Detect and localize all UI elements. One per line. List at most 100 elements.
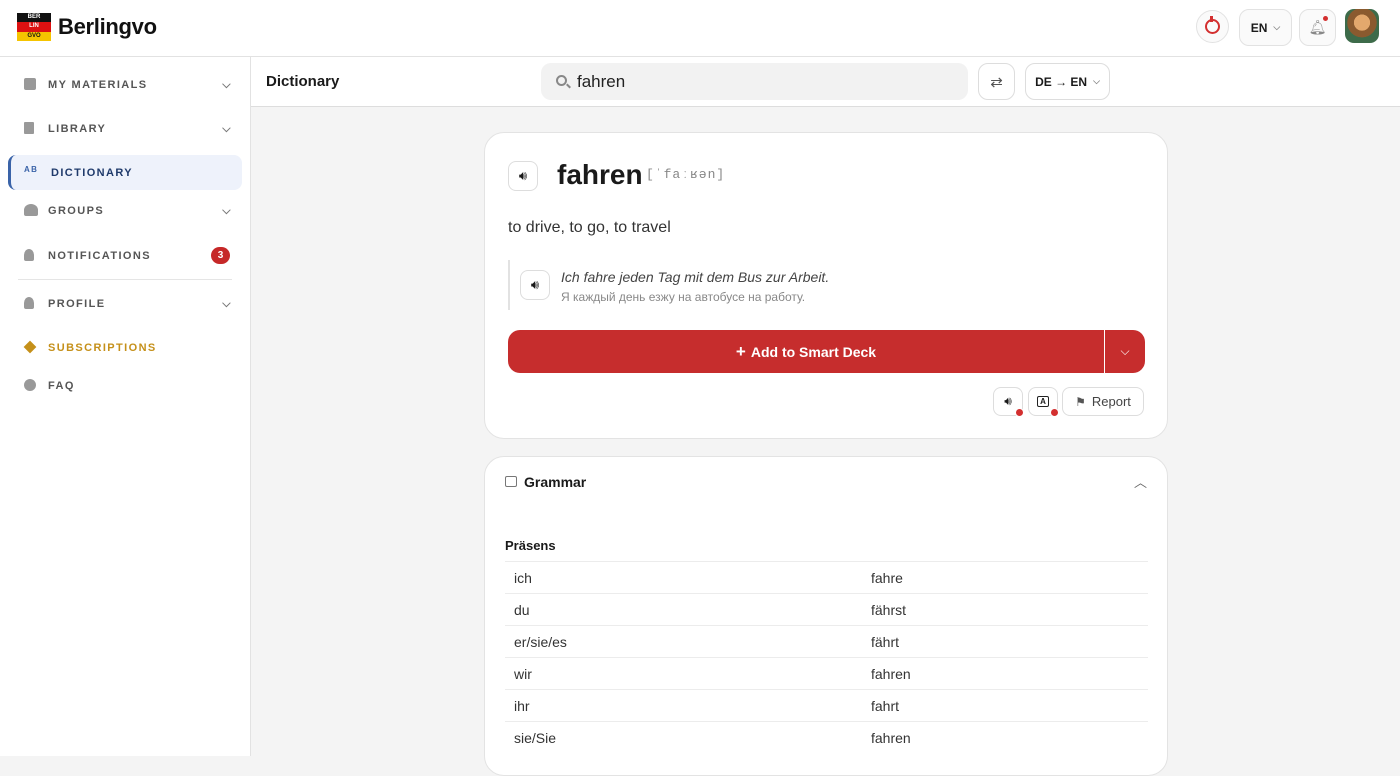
speaker-icon: 🔊︎	[530, 277, 540, 292]
tense-title: Präsens	[505, 538, 556, 553]
table-row: ich fahre	[505, 561, 1148, 593]
sidebar-item-label: NOTIFICATIONS	[48, 249, 151, 262]
pronunciation: [ˈfaːʁən]	[646, 167, 726, 182]
entry-card: 🔊︎ fahren [ˈfaːʁən] to drive, to go, to …	[484, 132, 1168, 439]
search-input[interactable]	[577, 63, 957, 100]
translation: to drive, to go, to travel	[508, 219, 671, 236]
bell-icon	[24, 249, 34, 261]
chevron-down-icon: ⌵	[1093, 76, 1100, 86]
streak-button[interactable]	[1196, 10, 1229, 43]
book-icon	[24, 122, 34, 134]
sidebar-divider	[18, 279, 232, 280]
bell-icon: 🔔︎	[1308, 19, 1327, 35]
table-row: du fährst	[505, 593, 1148, 625]
verb-form: fahren	[871, 666, 911, 682]
sidebar-item-label: FAQ	[48, 379, 75, 392]
grammar-card: Grammar ︿ Präsens ich fahre du fährst er/s…	[484, 456, 1168, 776]
sidebar-item-label: GROUPS	[48, 204, 105, 217]
verb-form: fahrt	[871, 698, 900, 714]
pronoun: ihr	[514, 698, 530, 714]
streak-icon	[1205, 16, 1220, 34]
example: 🔊︎ Ich fahre jeden Tag mit dem Bus zur A…	[508, 260, 1128, 310]
chevron-down-icon: ⌵	[222, 79, 232, 91]
user-icon	[24, 297, 34, 309]
sidebar-item-label: MY MATERIALS	[48, 78, 148, 91]
play-word-audio-button[interactable]: 🔊︎	[508, 161, 538, 191]
verb-form: fahre	[871, 570, 903, 586]
sidebar-item-subscriptions[interactable]: SUBSCRIPTIONS	[8, 330, 242, 365]
notification-count-badge: 3	[211, 247, 230, 264]
brand-name: Berlingvo	[58, 14, 157, 39]
layers-icon	[24, 78, 36, 90]
play-example-audio-button[interactable]: 🔊︎	[520, 270, 550, 300]
sidebar-item-notifications[interactable]: NOTIFICATIONS 3	[8, 238, 242, 273]
notifications-button[interactable]: 🔔︎	[1299, 9, 1336, 46]
avatar[interactable]	[1345, 9, 1379, 43]
pronoun: du	[514, 602, 530, 618]
example-translation: Я каждый день езжу на автобусе на работу…	[561, 290, 806, 304]
sidebar-item-library[interactable]: LIBRARY ⌵	[8, 111, 242, 146]
table-icon	[505, 476, 517, 487]
table-row: ihr fahrt	[505, 689, 1148, 721]
table-row: sie/Sie fahren	[505, 721, 1148, 753]
language-pair-selector[interactable]: DE → EN ⌵	[1025, 63, 1110, 100]
sidebar-item-groups[interactable]: GROUPS ⌵	[8, 193, 242, 228]
status-dot	[1050, 408, 1059, 417]
users-icon	[24, 204, 38, 216]
sidebar-item-label: PROFILE	[48, 297, 106, 310]
add-button-label: Add to Smart Deck	[750, 343, 877, 360]
swap-icon: ⇄	[990, 73, 1003, 91]
table-row: er/sie/es fährt	[505, 625, 1148, 657]
sidebar-item-label: SUBSCRIPTIONS	[48, 341, 157, 354]
diamond-icon	[23, 340, 37, 354]
sidebar-item-faq[interactable]: FAQ	[8, 368, 242, 403]
card-settings-button[interactable]: A	[1028, 387, 1059, 417]
sidebar: MY MATERIALS ⌵ LIBRARY ⌵ AB DICTIONARY GROU…	[0, 57, 251, 756]
chevron-down-icon: ⌵	[222, 205, 232, 217]
logo[interactable]: BER LIN GVO Berlingvo	[17, 13, 157, 41]
sidebar-item-profile[interactable]: PROFILE ⌵	[8, 286, 242, 321]
pronoun: ich	[514, 570, 532, 586]
deck-options-dropdown[interactable]: ⌵	[1105, 330, 1145, 373]
language-pair-label: DE → EN	[1035, 74, 1088, 89]
pronoun: er/sie/es	[514, 634, 567, 650]
search-icon	[556, 75, 567, 86]
audio-settings-button[interactable]: 🔊︎	[993, 387, 1024, 417]
verb-form: fährst	[871, 602, 907, 618]
chevron-down-icon: ⌵	[222, 123, 232, 135]
sidebar-item-my-materials[interactable]: MY MATERIALS ⌵	[8, 67, 242, 102]
report-button[interactable]: ⚑ Report	[1062, 387, 1144, 416]
pronoun: sie/Sie	[514, 730, 557, 746]
language-selector[interactable]: EN ⌵	[1239, 9, 1292, 46]
headword: fahren	[557, 159, 643, 190]
help-icon	[24, 379, 36, 391]
speaker-icon: 🔊︎	[518, 168, 528, 183]
notification-dot	[1323, 16, 1328, 21]
logo-flag-icon: BER LIN GVO	[17, 13, 51, 41]
speaker-icon: 🔊︎	[1004, 394, 1012, 408]
search-box	[541, 63, 968, 100]
page-title: Dictionary	[266, 73, 340, 90]
sidebar-item-label: DICTIONARY	[51, 166, 134, 179]
verb-form: fahren	[871, 730, 911, 746]
flashcard-icon: A	[1037, 396, 1049, 407]
chevron-down-icon: ⌵	[1120, 344, 1130, 358]
chevron-down-icon: ⌵	[1273, 22, 1281, 32]
status-dot	[1015, 408, 1024, 417]
add-to-smart-deck-button[interactable]: + Add to Smart Deck	[508, 330, 1104, 373]
grammar-title: Grammar	[524, 474, 587, 490]
sidebar-item-dictionary[interactable]: AB DICTIONARY	[8, 155, 242, 190]
sidebar-item-label: LIBRARY	[48, 122, 107, 135]
flag-text-1: BER	[17, 13, 51, 23]
report-label: Report	[1091, 394, 1131, 409]
plus-icon: +	[735, 341, 746, 361]
dictionary-icon: AB	[24, 165, 39, 174]
top-bar: BER LIN GVO Berlingvo EN ⌵ 🔔︎	[0, 0, 1400, 57]
pronoun: wir	[514, 666, 532, 682]
verb-form: fährt	[871, 634, 900, 650]
flag-icon: ⚑	[1075, 394, 1086, 409]
chevron-up-icon[interactable]: ︿	[1134, 472, 1147, 491]
chevron-down-icon: ⌵	[222, 298, 232, 310]
swap-languages-button[interactable]: ⇄	[978, 63, 1015, 100]
example-german: Ich fahre jeden Tag mit dem Bus zur Arbe…	[561, 269, 830, 285]
